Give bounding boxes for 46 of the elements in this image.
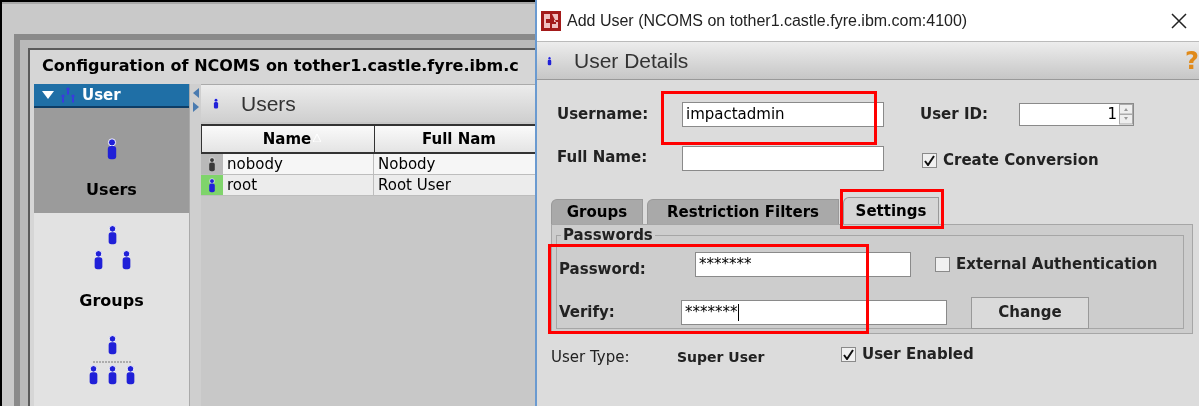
table-cell: nobody <box>223 154 374 174</box>
table-cell-text: Root User <box>377 175 452 195</box>
field-label: User ID: <box>920 104 989 126</box>
field-label: Password: <box>558 258 647 280</box>
people-icon <box>60 87 76 103</box>
person-icon <box>213 98 219 109</box>
table-row[interactable]: root Root User <box>201 175 535 196</box>
close-icon[interactable] <box>1171 12 1187 29</box>
app-icon <box>541 10 561 31</box>
input-field[interactable] <box>682 146 884 171</box>
checkbox[interactable] <box>922 153 937 168</box>
field-label: Full Name: <box>556 147 649 168</box>
person-icon <box>105 138 118 160</box>
column-header[interactable]: Name <box>201 126 374 152</box>
input-field[interactable]: ******* <box>695 252 911 277</box>
window-title: Add User (NCOMS on tother1.castle.fyre.ibm.com:4100) <box>567 10 969 31</box>
tab[interactable]: Settings <box>843 197 939 224</box>
checkbox[interactable] <box>841 346 856 362</box>
checkbox-label: User Enabled <box>862 344 974 365</box>
person-icon <box>547 55 552 66</box>
dialog-header-title: User Details <box>574 47 690 74</box>
number-spinner[interactable]: 1 <box>1019 103 1134 126</box>
field-label: User Type: <box>551 347 631 368</box>
user-type-value: Super User <box>677 347 766 367</box>
spinner-arrows-icon <box>1119 104 1133 125</box>
tab[interactable]: Restriction Filters <box>647 199 839 224</box>
input-field[interactable]: impactadmin <box>682 102 884 127</box>
table-cell: root <box>223 175 374 195</box>
sidebar-header[interactable]: User <box>34 84 189 108</box>
collapse-arrow-icon <box>192 88 199 98</box>
checkbox-label: External Authentication <box>956 254 1158 276</box>
text-cursor <box>737 304 739 321</box>
sidebar-header-label: User <box>82 84 121 106</box>
sidebar-item[interactable]: Users <box>34 108 189 213</box>
checkbox[interactable] <box>935 257 950 272</box>
table-row[interactable]: nobody Nobody <box>201 154 535 175</box>
table-cell-text: Nobody <box>377 154 437 174</box>
window-title: Configuration of NCOMS on tother1.castle.fyre.ibm.c <box>41 55 520 77</box>
input-field[interactable]: ******* <box>681 300 947 325</box>
tab[interactable]: Groups <box>551 199 643 224</box>
expand-arrow-icon <box>192 102 199 112</box>
field-label: Verify: <box>558 302 616 324</box>
change-button[interactable]: Change <box>971 296 1089 329</box>
panel-title: Users <box>241 90 296 117</box>
checkbox-label: Create Conversion <box>943 150 1099 172</box>
field-label: Username: <box>556 104 650 126</box>
